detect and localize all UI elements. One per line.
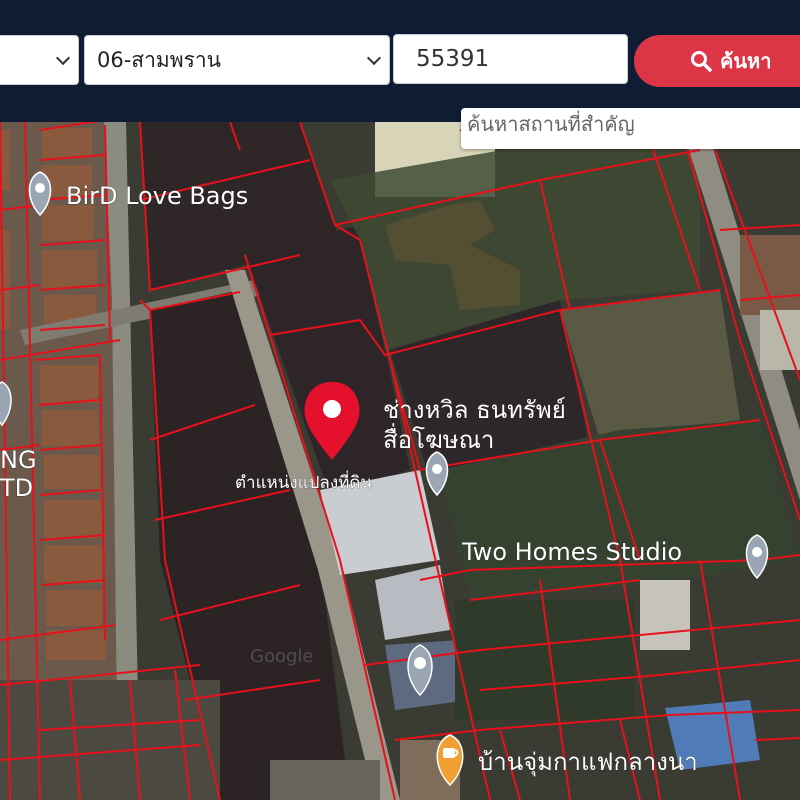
district-select[interactable]: 06-สามพราน <box>84 35 390 85</box>
chevron-down-icon <box>55 50 71 66</box>
district-select-value: 06-สามพราน <box>97 47 222 72</box>
place-label-chang-wil-line2: สื่อโฆษณา <box>383 423 494 454</box>
satellite-map: BirD Love Bags ช่างหวิล ธนทรัพย์ สื่อโฆษ… <box>0 122 800 800</box>
top-search-bar: 06-สามพราน ค้นหา <box>0 0 800 122</box>
place-label-partial-1: NG <box>0 446 37 474</box>
poi-search-placeholder: ค้นหาสถานที่สำคัญ <box>467 112 635 136</box>
search-icon <box>691 51 712 72</box>
map-view[interactable]: BirD Love Bags ช่างหวิล ธนทรัพย์ สื่อโฆษ… <box>0 122 800 800</box>
parcel-marker-label: ตำแหน่งแปลงที่ดิน <box>235 470 372 493</box>
place-label-ban-chum: บ้านจุ่มกาแฟกลางนา <box>478 748 698 777</box>
house-bottom <box>270 760 380 800</box>
province-select[interactable] <box>0 35 79 85</box>
place-label-two-homes: Two Homes Studio <box>461 538 682 566</box>
poi-search-input[interactable]: ค้นหาสถานที่สำคัญ <box>461 108 800 149</box>
map-watermark: Google <box>250 646 313 667</box>
place-label-chang-wil: ช่างหวิล ธนทรัพย์ <box>383 396 566 424</box>
search-button[interactable]: ค้นหา <box>634 35 800 87</box>
place-label-partial-2: TD <box>0 474 33 502</box>
search-button-label: ค้นหา <box>720 49 772 73</box>
building-white-right <box>640 580 690 650</box>
roof-right <box>740 235 800 315</box>
place-label-bird-love-bags: BirD Love Bags <box>66 182 248 210</box>
parcel-number-input[interactable] <box>393 34 628 84</box>
chevron-down-icon <box>366 50 382 66</box>
